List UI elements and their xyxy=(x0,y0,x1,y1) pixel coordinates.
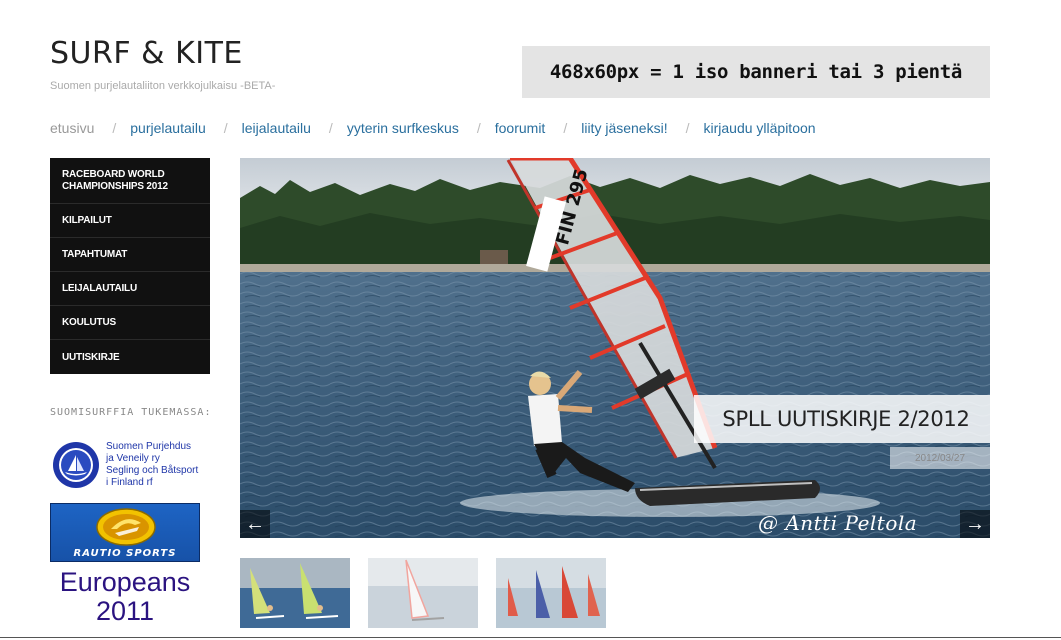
europeans-year: 2011 xyxy=(95,596,155,626)
nav-separator: / xyxy=(685,120,690,136)
sidebar-item-raceboard-world-championships[interactable]: RACEBOARD WORLD CHAMPIONSHIPS 2012 xyxy=(50,158,210,204)
featured-slider[interactable]: FIN 295 SPLL UUTISKIRJE 2/2012 2012/03/2… xyxy=(240,158,990,538)
thumbnail-image xyxy=(368,558,478,628)
main-nav: etusivu / purjelautailu / leijalautailu … xyxy=(50,119,816,137)
spll-line: Segling och Båtsport xyxy=(106,465,199,476)
sidebar-item-koulutus[interactable]: KOULUTUS xyxy=(50,306,210,340)
nav-item-etusivu[interactable]: etusivu xyxy=(50,120,94,136)
slide-caption[interactable]: SPLL UUTISKIRJE 2/2012 xyxy=(694,395,990,443)
photo-credit: @ Antti Peltola xyxy=(758,511,918,535)
europeans-2011-link[interactable]: Europeans 2011 xyxy=(50,568,200,626)
nav-separator: / xyxy=(223,120,228,136)
nav-separator: / xyxy=(328,120,333,136)
spll-sponsor-text: Suomen Purjehdus ja Veneily ry Segling o… xyxy=(106,441,198,489)
europeans-line: Europeans xyxy=(59,567,191,597)
nav-item-foorumit[interactable]: foorumit xyxy=(495,120,546,136)
nav-item-liity-jaseneksi[interactable]: liity jäseneksi! xyxy=(581,120,667,136)
spll-seal-icon xyxy=(53,442,99,488)
sidebar-item-uutiskirje[interactable]: UUTISKIRJE xyxy=(50,340,210,374)
slide-photo: FIN 295 xyxy=(240,158,990,538)
slider-thumbnail-3[interactable] xyxy=(496,558,606,628)
spll-line: ja Veneily ry xyxy=(106,453,160,464)
page-divider xyxy=(0,637,1061,638)
rautio-sports-banner[interactable]: RAUTIO SPORTS xyxy=(50,503,200,562)
sidebar-menu: RACEBOARD WORLD CHAMPIONSHIPS 2012 KILPA… xyxy=(50,158,210,374)
slider-thumbnail-1[interactable] xyxy=(240,558,350,628)
nav-item-purjelautailu[interactable]: purjelautailu xyxy=(130,120,206,136)
slide-date: 2012/03/27 xyxy=(890,447,990,469)
spll-sponsor-link[interactable]: Suomen Purjehdus ja Veneily ry Segling o… xyxy=(52,440,212,490)
nav-item-leijalautailu[interactable]: leijalautailu xyxy=(242,120,311,136)
sidebar-item-leijalautailu[interactable]: LEIJALAUTAILU xyxy=(50,272,210,306)
ad-banner-text: 468x60px = 1 iso banneri tai 3 pientä xyxy=(549,61,963,83)
nav-item-yyterin-surfkeskus[interactable]: yyterin surfkeskus xyxy=(347,120,459,136)
sidebar-item-tapahtumat[interactable]: TAPAHTUMAT xyxy=(50,238,210,272)
thumbnail-image xyxy=(240,558,350,628)
site-title[interactable]: SURF & KITE xyxy=(50,36,243,71)
rautio-logo-icon xyxy=(96,508,156,546)
sidebar-item-kilpailut[interactable]: KILPAILUT xyxy=(50,204,210,238)
rautio-wordmark: RAUTIO SPORTS xyxy=(73,548,177,559)
nav-separator: / xyxy=(476,120,481,136)
slider-prev-button[interactable]: ← xyxy=(240,510,270,538)
sponsors-heading: SUOMISURFFIA TUKEMASSA: xyxy=(50,407,212,418)
thumbnail-image xyxy=(496,558,606,628)
nav-separator: / xyxy=(563,120,568,136)
ad-banner-placeholder[interactable]: 468x60px = 1 iso banneri tai 3 pientä xyxy=(522,46,990,98)
slider-next-button[interactable]: → xyxy=(960,510,990,538)
nav-separator: / xyxy=(112,120,117,136)
nav-item-kirjaudu-yllapitoon[interactable]: kirjaudu ylläpitoon xyxy=(703,120,815,136)
site-tagline: Suomen purjelautaliiton verkkojulkaisu -… xyxy=(50,80,276,92)
spll-line: Suomen Purjehdus xyxy=(106,441,192,452)
slider-thumbnail-2[interactable] xyxy=(368,558,478,628)
spll-line: i Finland rf xyxy=(106,477,153,488)
